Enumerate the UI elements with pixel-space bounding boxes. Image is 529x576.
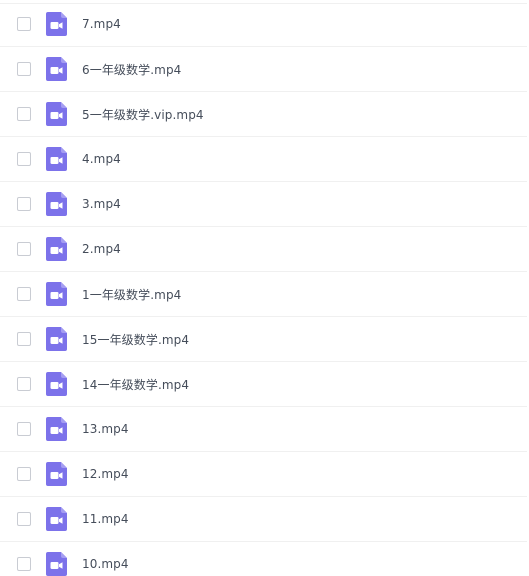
row-checkbox[interactable]	[17, 512, 31, 526]
video-file-icon	[46, 372, 67, 396]
file-list: 7.mp4 6一年级数学.mp4 5一年级数学.vip.mp4 4.mp4 3.…	[0, 0, 529, 576]
video-file-icon	[46, 237, 67, 261]
file-name[interactable]: 4.mp4	[82, 152, 121, 166]
video-file-icon	[46, 552, 67, 576]
video-file-icon	[46, 417, 67, 441]
video-file-icon	[46, 147, 67, 171]
file-name[interactable]: 14一年级数学.mp4	[82, 376, 189, 393]
row-checkbox[interactable]	[17, 377, 31, 391]
file-row[interactable]: 15一年级数学.mp4	[0, 317, 527, 362]
file-row[interactable]: 6一年级数学.mp4	[0, 47, 527, 92]
video-file-icon	[46, 57, 67, 81]
file-name[interactable]: 15一年级数学.mp4	[82, 331, 189, 348]
file-name[interactable]: 11.mp4	[82, 512, 129, 526]
file-name[interactable]: 12.mp4	[82, 467, 129, 481]
file-row[interactable]: 14一年级数学.mp4	[0, 362, 527, 407]
row-checkbox[interactable]	[17, 152, 31, 166]
file-row[interactable]: 5一年级数学.vip.mp4	[0, 92, 527, 137]
row-checkbox[interactable]	[17, 557, 31, 571]
file-row[interactable]: 1一年级数学.mp4	[0, 272, 527, 317]
row-checkbox[interactable]	[17, 422, 31, 436]
row-checkbox[interactable]	[17, 107, 31, 121]
row-checkbox[interactable]	[17, 17, 31, 31]
file-name[interactable]: 13.mp4	[82, 422, 129, 436]
file-name[interactable]: 10.mp4	[82, 557, 129, 571]
file-row[interactable]: 7.mp4	[0, 2, 527, 47]
row-checkbox[interactable]	[17, 197, 31, 211]
row-checkbox[interactable]	[17, 467, 31, 481]
file-row[interactable]: 3.mp4	[0, 182, 527, 227]
row-checkbox[interactable]	[17, 242, 31, 256]
video-file-icon	[46, 282, 67, 306]
file-row[interactable]: 11.mp4	[0, 497, 527, 542]
video-file-icon	[46, 192, 67, 216]
file-name[interactable]: 3.mp4	[82, 197, 121, 211]
video-file-icon	[46, 462, 67, 486]
file-row[interactable]: 4.mp4	[0, 137, 527, 182]
file-row[interactable]: 2.mp4	[0, 227, 527, 272]
video-file-icon	[46, 507, 67, 531]
video-file-icon	[46, 12, 67, 36]
video-file-icon	[46, 102, 67, 126]
file-name[interactable]: 5一年级数学.vip.mp4	[82, 106, 204, 123]
row-checkbox[interactable]	[17, 332, 31, 346]
file-row[interactable]: 10.mp4	[0, 542, 527, 576]
video-file-icon	[46, 327, 67, 351]
row-checkbox[interactable]	[17, 287, 31, 301]
file-name[interactable]: 6一年级数学.mp4	[82, 61, 181, 78]
file-name[interactable]: 2.mp4	[82, 242, 121, 256]
file-name[interactable]: 1一年级数学.mp4	[82, 286, 181, 303]
file-row[interactable]: 13.mp4	[0, 407, 527, 452]
file-row[interactable]: 12.mp4	[0, 452, 527, 497]
row-checkbox[interactable]	[17, 62, 31, 76]
file-name[interactable]: 7.mp4	[82, 17, 121, 31]
